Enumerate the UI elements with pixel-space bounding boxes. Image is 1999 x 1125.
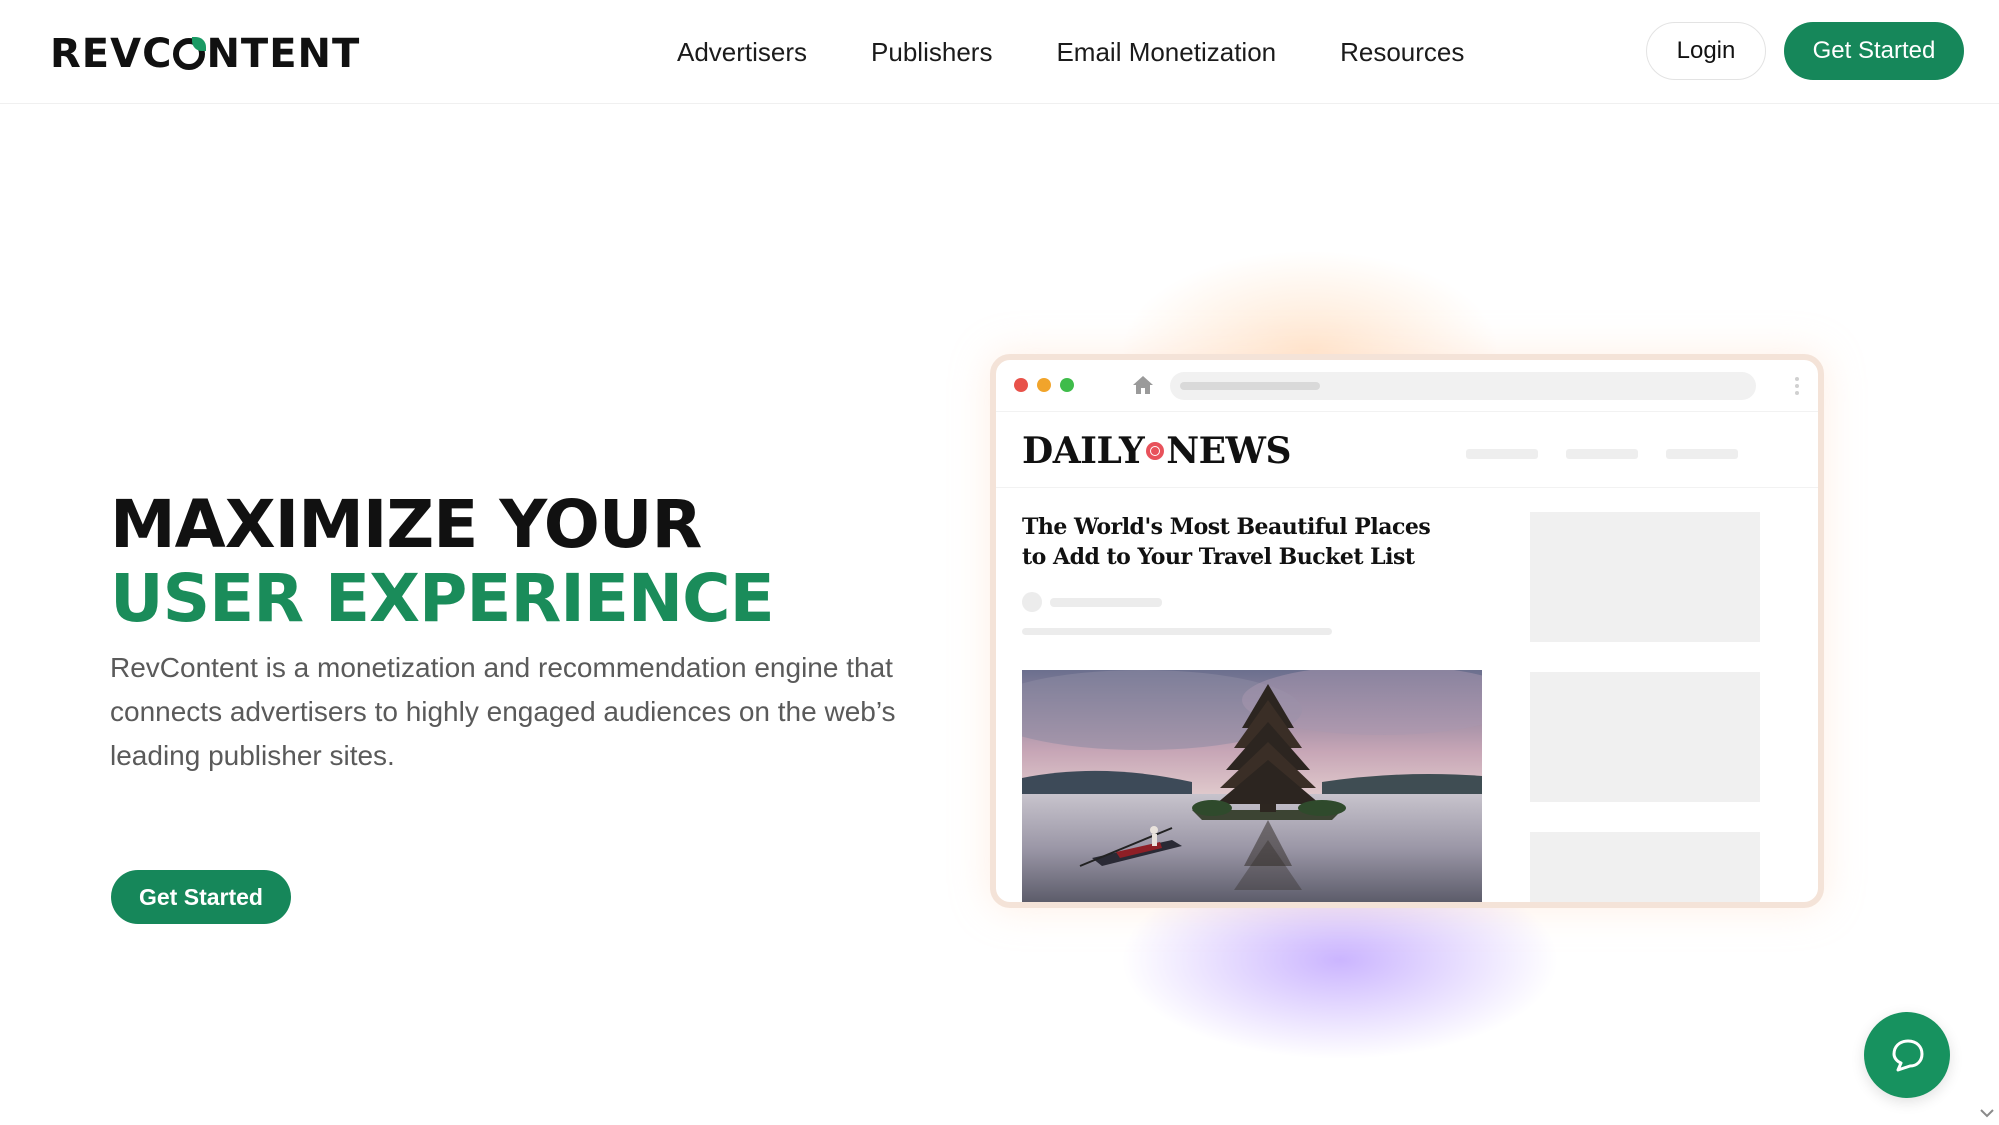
placeholder-nav-link xyxy=(1566,449,1638,459)
window-minimize-dot xyxy=(1037,378,1051,392)
nav-item-publishers[interactable]: Publishers xyxy=(871,37,992,68)
hero-get-started-button[interactable]: Get Started xyxy=(111,870,291,924)
window-close-dot xyxy=(1014,378,1028,392)
browser-mockup: DAILY NEWS The World's Most Beautiful Pla… xyxy=(990,354,1824,908)
daily-news-logo-left: DAILY xyxy=(1022,430,1145,472)
chat-bubble-icon xyxy=(1892,1039,1924,1072)
placeholder-article-meta xyxy=(1022,628,1332,635)
logo-o-mark xyxy=(173,37,207,70)
kebab-menu-icon xyxy=(1795,377,1799,395)
placeholder-nav-link xyxy=(1466,449,1538,459)
home-icon xyxy=(1133,376,1153,394)
chat-button[interactable] xyxy=(1864,1012,1950,1098)
header-get-started-button[interactable]: Get Started xyxy=(1784,22,1964,80)
site-header: REVC NTENT Advertisers Publishers Email M… xyxy=(0,0,1999,104)
login-button[interactable]: Login xyxy=(1646,22,1766,80)
placeholder-side-card xyxy=(1530,672,1760,802)
nav-item-email-monetization[interactable]: Email Monetization xyxy=(1056,37,1276,68)
main-nav: Advertisers Publishers Email Monetizatio… xyxy=(677,30,1464,74)
window-maximize-dot xyxy=(1060,378,1074,392)
placeholder-nav-link xyxy=(1666,449,1738,459)
daily-news-logo-right: NEWS xyxy=(1166,430,1291,472)
placeholder-author-name xyxy=(1050,598,1162,607)
placeholder-author-avatar xyxy=(1022,592,1042,612)
mockup-article-title: The World's Most Beautiful Places to Add… xyxy=(1022,514,1431,570)
daily-news-seal-icon xyxy=(1146,442,1165,460)
hero-title-line-1: MAXIMIZE YOUR xyxy=(110,486,702,563)
hero-title-line-2: USER EXPERIENCE xyxy=(110,560,775,637)
logo-text-start: REVC xyxy=(50,31,173,77)
hero-title: MAXIMIZE YOUR USER EXPERIENCE xyxy=(110,486,775,637)
mockup-browser-bar xyxy=(996,360,1818,412)
page: REVC NTENT Advertisers Publishers Email M… xyxy=(0,0,1999,1125)
nav-item-resources[interactable]: Resources xyxy=(1340,37,1464,68)
daily-news-logo: DAILY NEWS xyxy=(1022,430,1291,472)
chevron-down-icon[interactable] xyxy=(1980,1108,1994,1118)
mockup-address-bar xyxy=(1170,372,1756,400)
article-hero-image xyxy=(1022,670,1482,902)
nav-item-advertisers[interactable]: Advertisers xyxy=(677,37,807,68)
placeholder-side-card xyxy=(1530,512,1760,642)
logo-text-end: NTENT xyxy=(206,31,361,77)
revcontent-logo[interactable]: REVC NTENT xyxy=(50,30,360,78)
mockup-site-header: DAILY NEWS xyxy=(996,412,1818,488)
hero-description: RevContent is a monetization and recomme… xyxy=(110,652,896,771)
placeholder-side-card xyxy=(1530,832,1760,902)
